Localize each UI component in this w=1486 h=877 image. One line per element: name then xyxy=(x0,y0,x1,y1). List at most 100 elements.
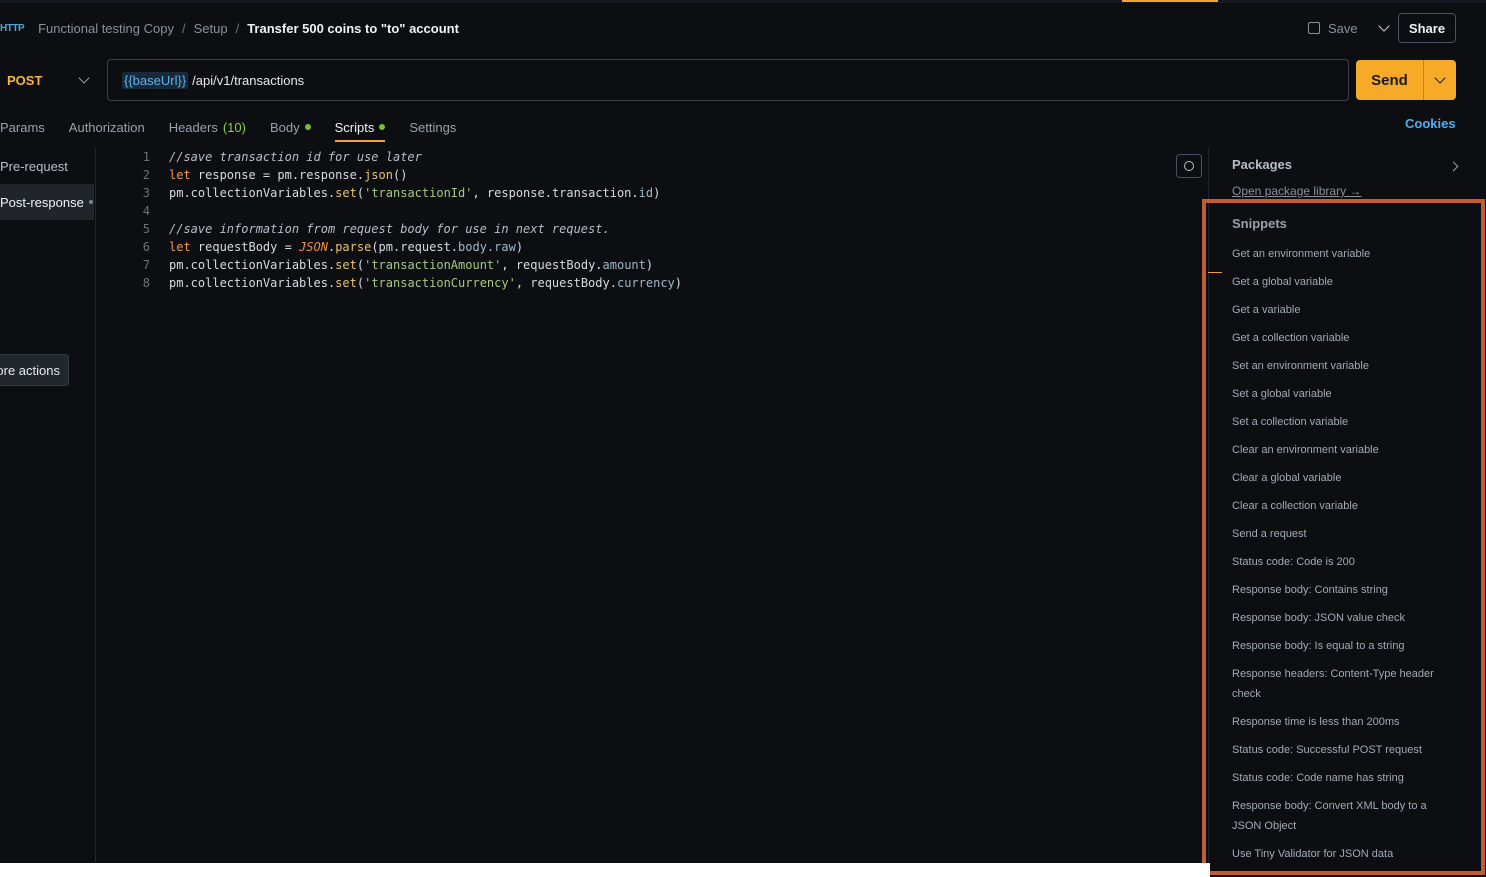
breadcrumb-collection[interactable]: Functional testing Copy xyxy=(38,21,174,36)
snippet-item[interactable]: Set a global variable xyxy=(1232,384,1457,404)
code-property: id xyxy=(638,186,654,200)
code-line: 1 //save transaction id for use later xyxy=(130,148,682,166)
url-input[interactable]: {{baseUrl}} /api/v1/transactions xyxy=(107,59,1349,101)
line-number: 2 xyxy=(142,168,150,182)
packages-title[interactable]: Packages xyxy=(1232,157,1292,172)
snippet-item[interactable]: Status code: Code is 200 xyxy=(1232,552,1457,572)
snippet-item[interactable]: Response body: Convert XML body to a JSO… xyxy=(1232,796,1457,836)
tab-headers[interactable]: Headers (10) xyxy=(169,114,246,140)
code-line: 5 //save information from request body fo… xyxy=(130,220,682,238)
nav-label: Pre-request xyxy=(0,158,68,174)
breadcrumb: HTTP Functional testing Copy / Setup / T… xyxy=(0,17,459,39)
code-line: 3 pm.collectionVariables. set('transaction… xyxy=(130,184,682,202)
ai-assist-button[interactable] xyxy=(1176,154,1202,178)
code-line: 6 let requestBody = JSON. parse (pm.request… xyxy=(130,238,682,256)
save-icon xyxy=(1308,22,1320,34)
code-text: ( xyxy=(356,186,365,200)
code-text: , requestBody. xyxy=(515,276,617,290)
code-line: 2 let response = pm.response. json() xyxy=(130,166,682,184)
active-tab-indicator xyxy=(1122,0,1218,2)
code-line: 4 xyxy=(130,202,682,220)
breadcrumb-separator: / xyxy=(181,20,186,36)
line-number: 4 xyxy=(142,204,150,218)
method-select[interactable]: POST xyxy=(0,60,104,100)
share-button[interactable]: Share xyxy=(1398,13,1456,43)
code-editor[interactable]: 1 //save transaction id for use later 2 le… xyxy=(130,148,682,292)
line-number: 5 xyxy=(142,222,150,236)
code-function: set xyxy=(335,186,357,200)
code-property: amount xyxy=(602,258,646,272)
code-text: ) xyxy=(674,276,682,290)
url-variable[interactable]: {{baseUrl}} xyxy=(122,71,189,89)
line-number: 3 xyxy=(142,186,150,200)
snippet-item[interactable]: Set a collection variable xyxy=(1232,412,1457,432)
code-text: , requestBody. xyxy=(501,258,603,272)
code-string: 'transactionId' xyxy=(364,186,473,200)
snippet-item[interactable]: Use Tiny Validator for JSON data xyxy=(1232,844,1457,864)
chevron-down-icon xyxy=(78,72,90,84)
tab-scripts[interactable]: Scripts xyxy=(334,114,386,142)
code-text: (pm.request. xyxy=(371,240,459,254)
snippet-item[interactable]: Response headers: Content-Type header ch… xyxy=(1232,664,1457,704)
code-function: set xyxy=(335,276,357,290)
bottom-strip xyxy=(0,863,1210,877)
tab-body[interactable]: Body xyxy=(270,114,311,140)
snippet-item[interactable]: Clear a collection variable xyxy=(1232,496,1457,516)
line-number: 6 xyxy=(142,240,150,254)
snippet-item[interactable]: Response body: JSON value check xyxy=(1232,608,1457,628)
snippet-item[interactable]: Status code: Successful POST request xyxy=(1232,740,1457,760)
snippet-item[interactable]: Response time is less than 200ms xyxy=(1232,712,1457,732)
request-tabs: Params Authorization Headers (10) Body Sc… xyxy=(0,114,480,142)
code-text: ) xyxy=(515,240,524,254)
snippet-item[interactable]: Clear a global variable xyxy=(1232,468,1457,488)
snippet-item[interactable]: Get a variable xyxy=(1232,300,1457,320)
send-button[interactable]: Send xyxy=(1356,60,1424,100)
save-button[interactable]: Save xyxy=(1308,18,1390,38)
snippet-item[interactable]: Status code: Code name has string xyxy=(1232,768,1457,788)
scroll-marker xyxy=(1208,272,1222,273)
tab-label: Authorization xyxy=(68,119,145,135)
snippet-item[interactable]: Get a global variable xyxy=(1232,272,1457,292)
code-property: currency xyxy=(616,276,675,290)
snippet-item[interactable]: Clear an environment variable xyxy=(1232,440,1457,460)
snippet-item[interactable]: Get an environment variable xyxy=(1232,244,1457,264)
nav-label: Post-response xyxy=(0,194,84,210)
chevron-down-icon[interactable] xyxy=(1377,20,1390,32)
tab-params[interactable]: Params xyxy=(0,114,45,140)
snippet-item[interactable]: Response body: Contains string xyxy=(1232,580,1457,600)
code-function: set xyxy=(335,258,357,272)
snippet-item[interactable]: Send a request xyxy=(1232,524,1457,544)
code-function: parse xyxy=(335,240,372,254)
code-class: JSON xyxy=(299,240,328,254)
http-icon: HTTP xyxy=(0,22,25,34)
script-nav: Pre-request Post-response xyxy=(0,148,96,863)
cookies-link[interactable]: Cookies xyxy=(1405,116,1456,131)
post-response-tab[interactable]: Post-response xyxy=(0,184,94,220)
code-line: 8 pm.collectionVariables. set('transaction… xyxy=(130,274,682,292)
breadcrumb-separator: / xyxy=(235,20,240,36)
breadcrumb-folder[interactable]: Setup xyxy=(194,21,228,36)
open-package-library-link[interactable]: Open package library → xyxy=(1232,184,1361,198)
snippet-item[interactable]: Get a collection variable xyxy=(1232,328,1457,348)
snippet-item[interactable]: Response body: Is equal to a string xyxy=(1232,636,1457,656)
tab-label: Settings xyxy=(409,119,457,135)
ai-assist-icon xyxy=(1184,161,1194,171)
code-text: () xyxy=(392,168,408,182)
more-actions-tooltip: ore actions xyxy=(0,354,69,386)
send-button-group: Send xyxy=(1356,60,1456,100)
request-title[interactable]: Transfer 500 coins to "to" account xyxy=(247,21,459,36)
send-options-button[interactable] xyxy=(1424,60,1456,100)
code-text: pm.collectionVariables. xyxy=(169,276,336,290)
tab-settings[interactable]: Settings xyxy=(409,114,456,140)
tab-authorization[interactable]: Authorization xyxy=(69,114,145,140)
tab-label: Body xyxy=(269,119,300,135)
pre-request-tab[interactable]: Pre-request xyxy=(0,148,94,184)
url-path: /api/v1/transactions xyxy=(192,72,305,88)
method-label: POST xyxy=(7,72,43,88)
snippet-item[interactable]: Set an environment variable xyxy=(1232,356,1457,376)
line-number: 8 xyxy=(142,276,150,290)
code-property: body.raw xyxy=(458,240,516,254)
modified-dot xyxy=(88,200,93,204)
scripts-indicator-dot xyxy=(379,124,386,130)
tab-label: Scripts xyxy=(334,119,375,135)
